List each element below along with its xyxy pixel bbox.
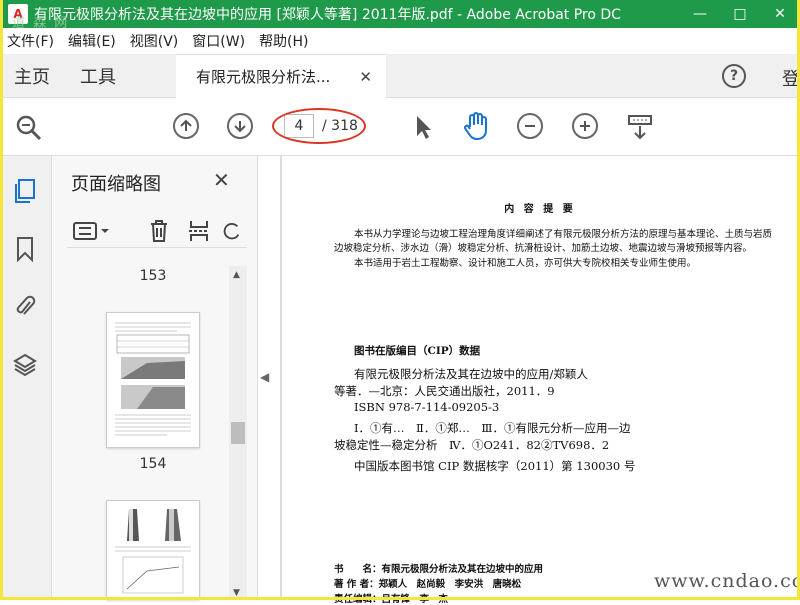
minimize-button[interactable]: — (680, 0, 720, 28)
window-title: 有限元极限分析法及其在边坡中的应用 [郑颖人等著] 2011年版.pdf - A… (34, 7, 621, 23)
page-thumbnails-icon[interactable] (12, 178, 38, 204)
tab-document[interactable]: 有限元极限分析法... ✕ (176, 54, 386, 98)
cip-line: 中国版本图书馆 CIP 数据核字（2011）第 130030 号 (354, 459, 636, 473)
help-icon[interactable]: ? (722, 64, 746, 88)
thumbnail-label: 154 (139, 456, 167, 472)
menu-edit[interactable]: 编辑(E) (68, 31, 116, 51)
pdf-page: 内 容 提 要 本书从力学理论与边坡工程治理角度详细阐述了有限元极限分析方法的原… (282, 156, 800, 605)
next-page-icon[interactable] (227, 113, 253, 139)
page-thumbnail[interactable] (106, 312, 200, 448)
current-page-input[interactable]: 4 (284, 114, 314, 138)
thumbnail-toolbar (67, 214, 247, 248)
summary-line: 本书适用于岩土工程勘察、设计和施工人员，亦可供大专院校相关专业师生使用。 (354, 258, 697, 269)
book-info-line: 书 名：有限元极限分析法及其在边坡中的应用 (334, 564, 544, 575)
panel-close-icon[interactable]: ✕ (213, 168, 230, 192)
site-url-watermark: www.cndao.com (654, 570, 800, 592)
page-thumbnails-panel: 页面缩略图 ✕ 153 154 ▲ ▼ (53, 156, 258, 600)
thumbnail-options-icon[interactable] (71, 218, 111, 244)
thumbnail-scrollbar[interactable]: ▲ ▼ (229, 266, 247, 600)
summary-title: 内 容 提 要 (504, 204, 576, 215)
zoom-out-icon[interactable] (517, 113, 543, 139)
summary-line: 边坡稳定分析、涉水边（滑）坡稳定分析、抗滑桩设计、加筋土边坡、地震边坡与滑坡预报… (334, 243, 753, 254)
page-navigator: 4 / 318 (284, 114, 362, 138)
menu-file[interactable]: 文件(F) (7, 31, 54, 51)
thumbnail-label: 153 (139, 268, 167, 284)
book-info-line: 著 作 者：郑颖人 赵尚毅 李安洪 唐晓松 (334, 579, 522, 590)
layers-icon[interactable] (12, 352, 38, 378)
title-bar: A 有限元极限分析法及其在边坡中的应用 [郑颖人等著] 2011年版.pdf -… (0, 0, 800, 28)
cip-line: Ⅰ．①有… Ⅱ．①郑… Ⅲ．①有限元分析—应用—边 (354, 421, 631, 435)
cip-line: 等著．—北京：人民交通出版社，2011．9 (334, 384, 555, 398)
menu-view[interactable]: 视图(V) (130, 31, 179, 51)
panel-title: 页面缩略图 (71, 174, 161, 195)
tab-home[interactable]: 主页 (14, 63, 50, 89)
previous-page-icon[interactable] (173, 113, 199, 139)
collapse-panel-icon[interactable]: ◀ (260, 370, 269, 384)
close-tab-icon[interactable]: ✕ (359, 68, 372, 86)
main-toolbar: 4 / 318 (0, 98, 800, 156)
zoom-in-icon[interactable] (572, 113, 598, 139)
tab-tools[interactable]: 工具 (80, 63, 116, 89)
bookmarks-icon[interactable] (12, 236, 38, 262)
menu-window[interactable]: 窗口(W) (192, 31, 245, 51)
menu-bar: 文件(F) 编辑(E) 视图(V) 窗口(W) 帮助(H) (0, 28, 800, 54)
restore-button[interactable]: □ (720, 0, 760, 28)
document-viewer[interactable]: 内 容 提 要 本书从力学理论与边坡工程治理角度详细阐述了有限元极限分析方法的原… (280, 156, 800, 605)
left-navigation-rail (0, 156, 52, 600)
cip-heading: 图书在版编目（CIP）数据 (354, 345, 481, 357)
select-pointer-icon[interactable] (410, 112, 436, 142)
page-thumbnail[interactable] (106, 500, 200, 600)
cip-line: ISBN 978-7-114-09205-3 (354, 400, 500, 414)
rotate-page-icon[interactable] (221, 218, 241, 244)
book-info-line: 责任编辑：吕有锋 李 杰 (334, 594, 449, 605)
sign-in-button[interactable]: 登 (782, 65, 800, 91)
summary-line: 本书从力学理论与边坡工程治理角度详细阐述了有限元极限分析方法的原理与基本理论、土… (354, 229, 773, 240)
delete-page-icon[interactable] (145, 218, 173, 244)
attachments-icon[interactable] (12, 294, 38, 320)
scrollbar-thumb[interactable] (231, 422, 245, 444)
cip-line: 坡稳定性—稳定分析 Ⅳ．①O241．82②TV698．2 (334, 438, 610, 452)
close-window-button[interactable]: ✕ (760, 0, 800, 28)
cip-line: 有限元极限分析法及其在边坡中的应用/郑颖人 (354, 367, 588, 381)
insert-page-icon[interactable] (185, 218, 213, 244)
tab-bar: 主页 工具 有限元极限分析法... ✕ ? 登 (0, 54, 800, 98)
hand-tool-icon[interactable] (460, 110, 492, 142)
total-pages: / 318 (322, 118, 358, 134)
document-tab-label: 有限元极限分析法... (196, 68, 331, 86)
zoom-search-icon[interactable] (14, 114, 44, 142)
scroll-mode-icon[interactable] (624, 112, 656, 142)
menu-help[interactable]: 帮助(H) (259, 31, 308, 51)
